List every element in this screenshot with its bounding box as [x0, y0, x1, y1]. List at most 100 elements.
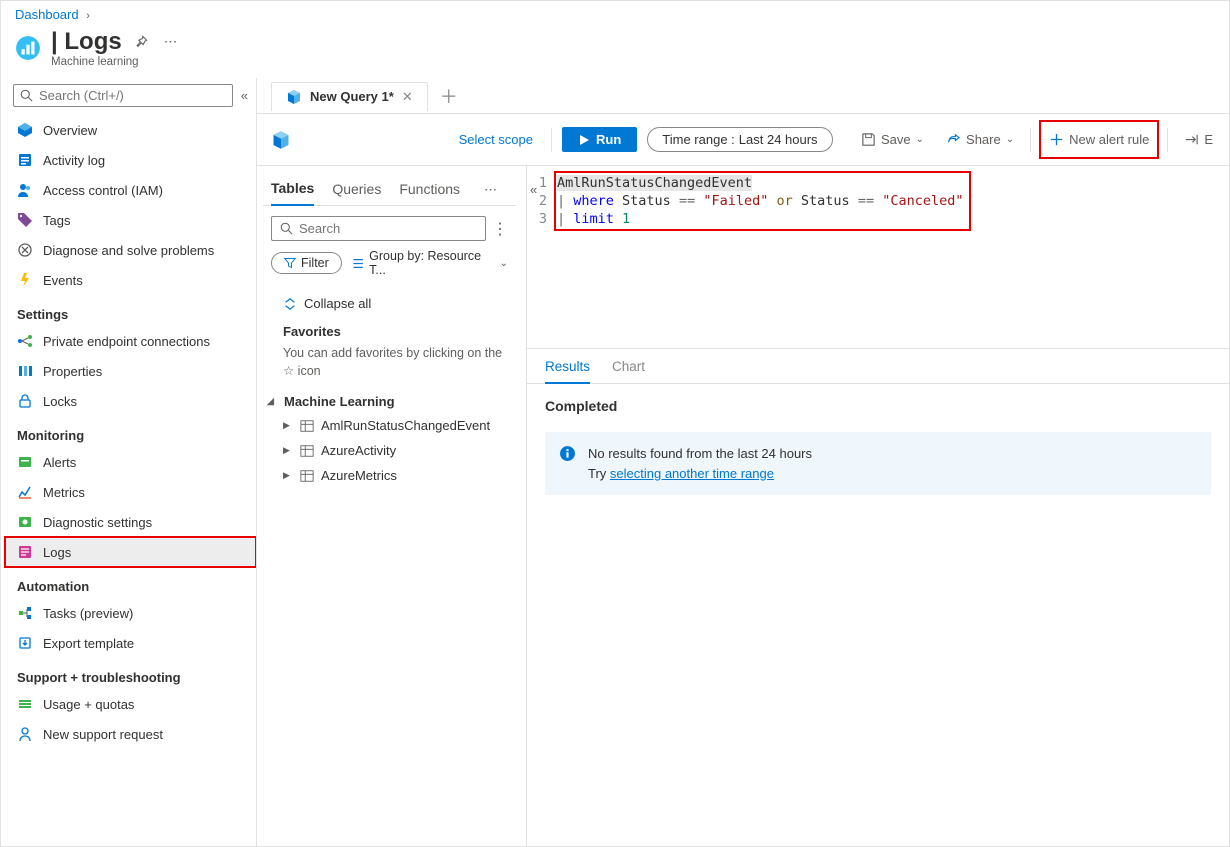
code-area[interactable]: 1 2 3 AmlRunStatusChangedEvent | where S…: [527, 166, 1229, 348]
explorer-options-button[interactable]: ⋮: [492, 219, 508, 239]
tree-group-ml[interactable]: ◢ Machine Learning: [267, 386, 508, 413]
table-icon: [300, 469, 314, 483]
favorites-section: Favorites: [283, 316, 508, 343]
nav-diagnose[interactable]: Diagnose and solve problems: [5, 235, 256, 265]
divider: [1167, 128, 1168, 152]
nav-metrics[interactable]: Metrics: [5, 477, 256, 507]
activity-log-icon: [17, 152, 33, 168]
nav-private-endpoint[interactable]: Private endpoint connections: [5, 326, 256, 356]
breadcrumb-root[interactable]: Dashboard: [15, 7, 79, 22]
info-icon: [559, 445, 576, 462]
results-tab-results[interactable]: Results: [545, 359, 590, 384]
select-scope-link[interactable]: Select scope: [459, 132, 533, 147]
export-icon: [17, 635, 33, 651]
explorer-tab-queries[interactable]: Queries: [332, 175, 381, 205]
diagnostic-icon: [17, 514, 33, 530]
explorer-search-input[interactable]: [299, 221, 477, 236]
sidebar-collapse-icon[interactable]: «: [241, 88, 248, 103]
page-title: | Logs: [51, 28, 122, 56]
search-icon: [20, 89, 33, 102]
close-tab-icon[interactable]: ✕: [402, 89, 413, 105]
pin-button[interactable]: [130, 31, 152, 53]
nav-section-monitoring: Monitoring: [5, 416, 256, 447]
page-header: | Logs ⋯ Machine learning: [1, 24, 1229, 78]
nav-access-control[interactable]: Access control (IAM): [5, 175, 256, 205]
code-highlight-box: AmlRunStatusChangedEvent | where Status …: [557, 174, 968, 228]
time-range-selector[interactable]: Time range : Last 24 hours: [647, 127, 832, 152]
sidebar: « Overview Activity log Access control (…: [1, 78, 257, 846]
query-tab-row: New Query 1* ✕ ＋: [257, 78, 1229, 114]
groupby-icon: [352, 257, 364, 270]
more-button[interactable]: ⋯: [160, 30, 182, 54]
chevron-down-icon: ⌄: [916, 134, 924, 145]
share-button[interactable]: Share⌄: [940, 128, 1020, 151]
results-tab-chart[interactable]: Chart: [612, 359, 645, 383]
alerts-icon: [17, 454, 33, 470]
run-button[interactable]: Run: [562, 127, 637, 152]
lock-icon: [17, 393, 33, 409]
nav-section-settings: Settings: [5, 295, 256, 326]
nav-logs[interactable]: Logs: [5, 537, 256, 567]
quotas-icon: [17, 696, 33, 712]
explorer-tab-functions[interactable]: Functions: [399, 175, 460, 205]
breadcrumb: Dashboard ›: [1, 1, 1229, 24]
table-item[interactable]: ▶ AzureActivity: [283, 438, 508, 463]
nav-usage-quotas[interactable]: Usage + quotas: [5, 689, 256, 719]
new-alert-rule-button[interactable]: New alert rule: [1041, 122, 1157, 157]
filter-button[interactable]: Filter: [271, 252, 342, 274]
main-panel: New Query 1* ✕ ＋ Select scope Run Time r…: [257, 78, 1229, 846]
nav-new-support[interactable]: New support request: [5, 719, 256, 749]
nav-label: Logs: [43, 545, 71, 560]
events-icon: [17, 272, 33, 288]
nav-locks[interactable]: Locks: [5, 386, 256, 416]
info-message: No results found from the last 24 hours: [588, 444, 812, 464]
share-icon: [946, 132, 961, 147]
nav-tags[interactable]: Tags: [5, 205, 256, 235]
nav-export-template[interactable]: Export template: [5, 628, 256, 658]
sidebar-search-input[interactable]: [39, 88, 226, 103]
nav-activity-log[interactable]: Activity log: [5, 145, 256, 175]
caret-right-icon: ▶: [283, 420, 293, 431]
collapse-all-button[interactable]: Collapse all: [283, 291, 508, 316]
sidebar-search[interactable]: [13, 84, 233, 107]
add-tab-button[interactable]: ＋: [440, 83, 458, 109]
save-button[interactable]: Save⌄: [855, 128, 930, 151]
nav-section-automation: Automation: [5, 567, 256, 598]
divider: [1030, 128, 1031, 152]
machine-learning-icon: [15, 35, 41, 61]
explorer-more-button[interactable]: ⋯: [478, 176, 504, 204]
nav-tasks[interactable]: Tasks (preview): [5, 598, 256, 628]
groupby-selector[interactable]: Group by: Resource T... ⌄: [352, 249, 508, 277]
explorer-panel: Tables Queries Functions ⋯ « ⋮: [257, 166, 527, 846]
nav-events[interactable]: Events: [5, 265, 256, 295]
divider: [551, 128, 552, 152]
filter-icon: [284, 257, 296, 269]
nav-alerts[interactable]: Alerts: [5, 447, 256, 477]
selecting-time-range-link[interactable]: selecting another time range: [610, 466, 774, 481]
export-button[interactable]: E: [1178, 128, 1215, 151]
caret-down-icon: ◢: [267, 396, 277, 407]
explorer-tab-tables[interactable]: Tables: [271, 174, 314, 206]
time-range-label: Time range :: [662, 132, 735, 147]
results-panel: Results Chart Completed No results found…: [527, 348, 1229, 509]
export-icon: [1184, 132, 1199, 147]
nav-label: Export template: [43, 636, 134, 651]
nav-label: Private endpoint connections: [43, 334, 210, 349]
explorer-search[interactable]: [271, 216, 486, 241]
diagnose-icon: [17, 242, 33, 258]
query-tab-name: New Query 1*: [310, 89, 394, 104]
nav-properties[interactable]: Properties: [5, 356, 256, 386]
nav-diagnostic-settings[interactable]: Diagnostic settings: [5, 507, 256, 537]
query-tab[interactable]: New Query 1* ✕: [271, 82, 428, 111]
table-item[interactable]: ▶ AzureMetrics: [283, 463, 508, 488]
info-try: Try: [588, 466, 610, 481]
metrics-icon: [17, 484, 33, 500]
results-status: Completed: [527, 384, 1229, 428]
play-icon: [578, 134, 590, 146]
time-range-value: Last 24 hours: [739, 132, 818, 147]
table-item[interactable]: ▶ AmlRunStatusChangedEvent: [283, 413, 508, 438]
cube-icon: [286, 89, 302, 105]
nav-overview[interactable]: Overview: [5, 115, 256, 145]
nav-section-support: Support + troubleshooting: [5, 658, 256, 689]
tasks-icon: [17, 605, 33, 621]
